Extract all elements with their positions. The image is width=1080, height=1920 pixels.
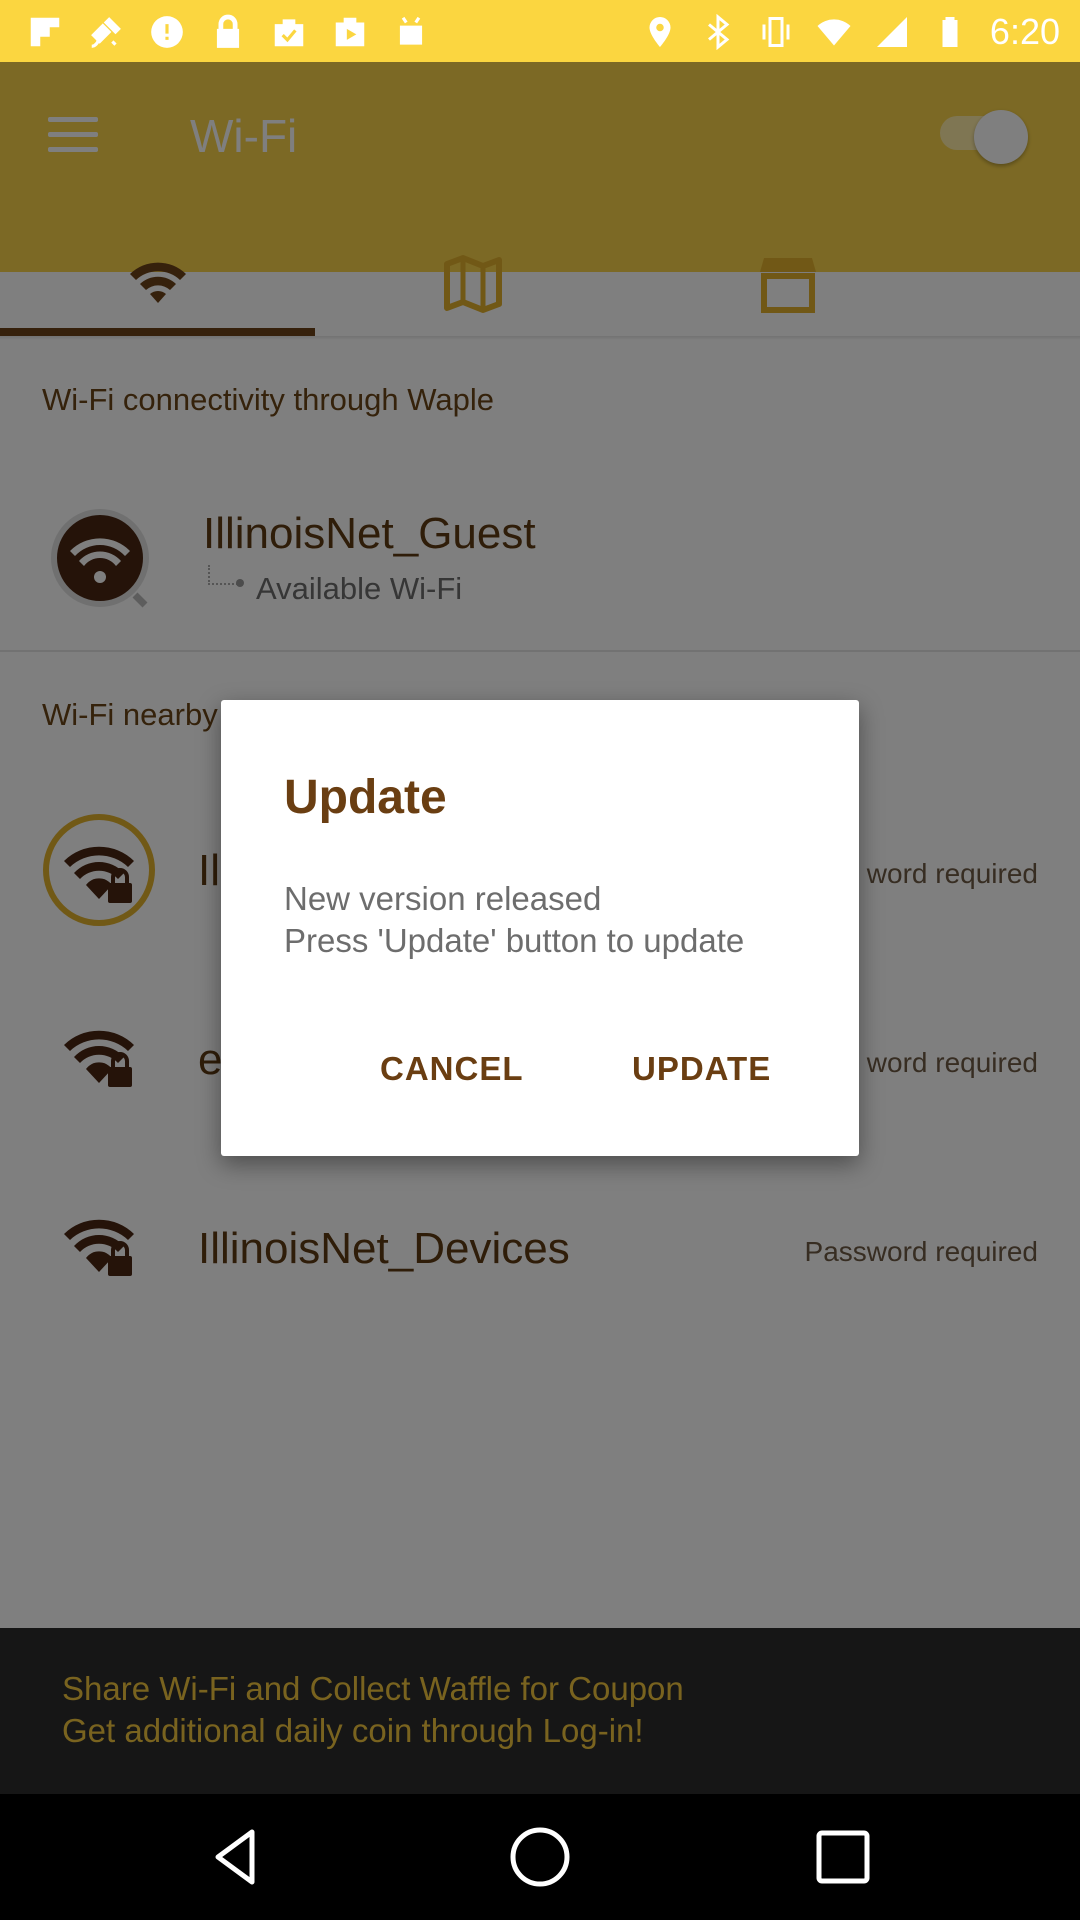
update-dialog: Update New version released Press 'Updat…: [221, 700, 859, 1156]
play-store-icon: [335, 17, 365, 47]
location-icon: [649, 17, 671, 47]
lock-icon: [216, 14, 240, 48]
status-bar: 6:20: [0, 0, 1080, 62]
battery-icon: [942, 17, 958, 47]
alert-icon: [151, 16, 183, 48]
bluetooth-icon: [707, 14, 730, 50]
notification-icons: [26, 12, 430, 52]
wifi-signal-icon: [817, 19, 851, 46]
home-icon[interactable]: [507, 1824, 573, 1890]
cell-signal-icon: [876, 17, 907, 47]
flipboard-icon: [30, 17, 60, 47]
back-icon[interactable]: [204, 1824, 270, 1890]
vibrate-icon: [762, 17, 790, 47]
navigation-bar: [0, 1794, 1080, 1920]
update-button[interactable]: UPDATE: [632, 1050, 771, 1088]
check-bag-icon: [274, 19, 304, 47]
cancel-button[interactable]: CANCEL: [380, 1050, 524, 1088]
dialog-message-line-1: New version released: [284, 880, 602, 917]
system-icons: 6:20: [642, 10, 1060, 54]
dialog-title: Update: [284, 771, 447, 824]
clock: 6:20: [989, 11, 1060, 52]
satellite-icon: [91, 17, 121, 48]
recents-icon[interactable]: [810, 1824, 876, 1890]
android-icon: [399, 16, 423, 45]
dialog-message-line-2: Press 'Update' button to update: [284, 922, 745, 959]
